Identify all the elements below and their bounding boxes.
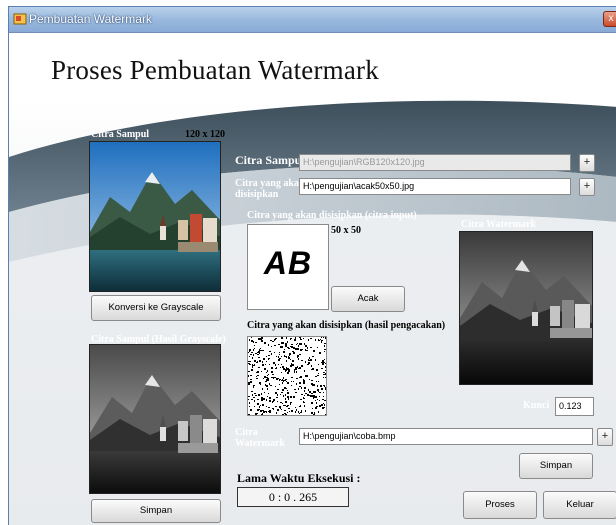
disisipkan-label-2: disisipkan xyxy=(235,189,279,200)
execution-time-label: Lama Waktu Eksekusi : xyxy=(237,471,361,485)
citra-watermark-label: Citra Watermark xyxy=(461,219,537,230)
scrambled-image xyxy=(247,336,327,416)
window-title: Pembuatan Watermark xyxy=(29,12,152,26)
form-citra-sampul-label: Citra Sampul xyxy=(235,153,305,167)
kunci-label: Kunci xyxy=(523,400,550,411)
title-bar: Pembuatan Watermark x xyxy=(9,7,616,33)
save-output-button[interactable]: Simpan xyxy=(519,453,593,479)
convert-grayscale-button[interactable]: Konversi ke Grayscale xyxy=(91,295,221,321)
keluar-button[interactable]: Keluar xyxy=(543,491,616,519)
input-image-label: Citra yang akan disisipkan (citra input) xyxy=(247,210,417,221)
scrambled-label: Citra yang akan disisipkan (hasil pengac… xyxy=(247,320,446,331)
execution-time-value: 0 : 0 . 265 xyxy=(237,487,349,507)
output-path-field[interactable]: H:\pengujian\coba.bmp xyxy=(299,428,593,445)
browse-watermark-button[interactable]: + xyxy=(579,178,595,196)
save-grayscale-button[interactable]: Simpan xyxy=(91,499,221,523)
citra-sampul-label: Citra Sampul xyxy=(91,129,150,140)
output-label-1: Citra xyxy=(235,427,258,438)
page-title: Proses Pembuatan Watermark xyxy=(51,55,379,85)
disisipkan-label-1: Citra yang akan xyxy=(235,178,305,189)
browse-output-button[interactable]: + xyxy=(597,428,613,446)
disisipkan-path-field[interactable]: H:\pengujian\acak50x50.jpg xyxy=(299,178,571,195)
browse-cover-button[interactable]: + xyxy=(579,154,595,172)
kunci-field[interactable]: 0.123 xyxy=(555,397,594,416)
app-icon xyxy=(13,13,27,25)
citra-sampul-size: 120 x 120 xyxy=(185,129,225,140)
output-label-2: Watermark xyxy=(235,438,285,449)
input-watermark-text: AB xyxy=(263,245,313,281)
proses-button[interactable]: Proses xyxy=(463,491,537,519)
main-window: Pembuatan Watermark x Proses Pembuatan W… xyxy=(8,6,616,525)
input-watermark-image: AB xyxy=(247,224,329,310)
close-icon[interactable]: x xyxy=(603,11,616,27)
grayscale-image xyxy=(89,344,221,494)
cover-image xyxy=(89,141,221,292)
watermarked-image xyxy=(459,231,593,385)
input-image-size: 50 x 50 xyxy=(331,225,361,236)
acak-button[interactable]: Acak xyxy=(331,286,405,312)
citra-sampul-path-field[interactable]: H:\pengujian\RGB120x120.jpg xyxy=(299,154,571,171)
